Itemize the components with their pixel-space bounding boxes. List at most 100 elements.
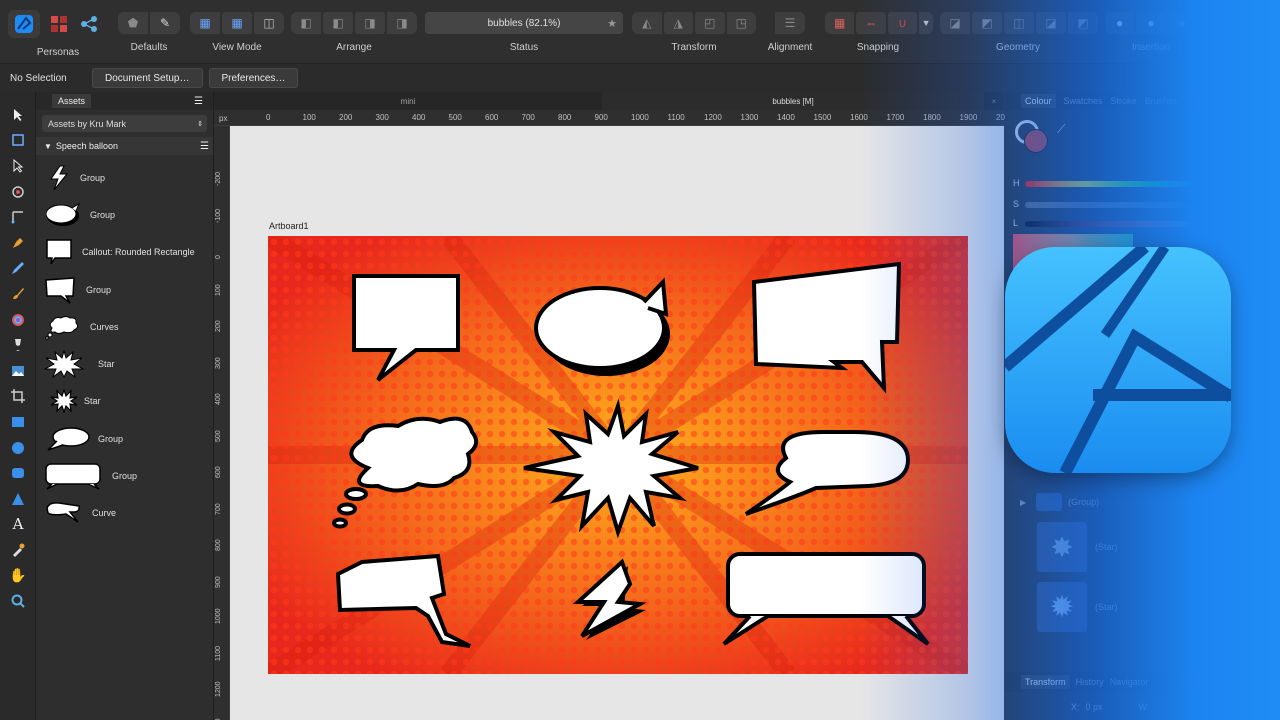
insert-inside-icon[interactable]: ● xyxy=(1167,12,1197,34)
category-menu-icon[interactable]: ☰ xyxy=(200,141,209,152)
pen-tool-icon[interactable] xyxy=(0,230,36,256)
tab-colour[interactable]: Colour xyxy=(1021,94,1056,108)
retina-view-icon[interactable]: ▦ xyxy=(222,12,252,34)
doc-tab-bubbles[interactable]: bubbles [M] xyxy=(602,92,984,110)
canvas[interactable]: Artboard1 xyxy=(230,126,1004,720)
forward-one-icon[interactable]: ◨ xyxy=(355,12,385,34)
category-header[interactable]: ▼ Speech balloon ☰ xyxy=(36,137,213,155)
layer-row[interactable]: ✹ (Star) xyxy=(1005,577,1280,637)
asset-item[interactable]: Star xyxy=(36,345,213,382)
star-icon[interactable]: ★ xyxy=(607,17,617,30)
fill-swatch[interactable] xyxy=(1024,129,1048,153)
disclosure-triangle-icon[interactable]: ▼ xyxy=(44,142,52,151)
assets-source-select[interactable]: Assets by Kru Mark ⇕ xyxy=(42,115,207,132)
insert-behind-icon[interactable]: ● xyxy=(1105,12,1135,34)
pixel-persona-icon[interactable] xyxy=(48,13,70,35)
asset-item[interactable]: Curves xyxy=(36,308,213,345)
document-setup-button[interactable]: Document Setup… xyxy=(92,68,203,88)
crop-tool-icon[interactable] xyxy=(0,384,36,410)
tab-transform[interactable]: Transform xyxy=(1021,675,1070,689)
rounded-rectangle-tool-icon[interactable] xyxy=(0,460,36,486)
status-box[interactable]: bubbles (82.1%) ★ xyxy=(425,12,623,34)
default-fill-icon[interactable]: ⬟ xyxy=(118,12,148,34)
magnet-icon[interactable]: ∪ xyxy=(887,12,918,34)
vertical-ruler[interactable]: -200 -100 0 100 200 300 400 500 600 700 800 900 1000… xyxy=(214,126,230,720)
back-one-icon[interactable]: ◧ xyxy=(291,12,321,34)
vector-brush-tool-icon[interactable] xyxy=(0,281,36,307)
x-field[interactable]: 0 px xyxy=(1086,702,1103,712)
eyedropper-icon[interactable]: ⟋ xyxy=(1057,122,1065,137)
send-back-icon[interactable]: ◧ xyxy=(323,12,353,34)
tab-stroke[interactable]: Stroke xyxy=(1111,96,1137,106)
asset-label: Star xyxy=(98,359,115,370)
place-image-tool-icon[interactable] xyxy=(0,358,36,384)
transparency-tool-icon[interactable] xyxy=(0,332,36,358)
export-persona-icon[interactable] xyxy=(78,13,100,35)
ruler-tick-label: 1900 xyxy=(959,113,978,122)
rectangle-tool-icon[interactable] xyxy=(0,409,36,435)
flip-vertical-icon[interactable]: ◮ xyxy=(663,12,693,34)
flip-horizontal-icon[interactable]: ◭ xyxy=(632,12,662,34)
rotate-left-icon[interactable]: ◰ xyxy=(695,12,725,34)
ruler-tick-label: 100 xyxy=(215,283,222,296)
subtract-geometry-icon[interactable]: ◩ xyxy=(972,12,1002,34)
fill-stroke-icon[interactable] xyxy=(1015,120,1049,154)
triangle-tool-icon[interactable] xyxy=(0,486,36,512)
snapping-grid-icon[interactable]: ▦ xyxy=(825,12,855,34)
asset-item[interactable]: Curve xyxy=(36,495,213,532)
snapping-toggle-icon[interactable]: ⇔ xyxy=(856,12,886,34)
main-toolbar: Personas ⬟ ✎ Defaults ▦ ▦ ◫ View Mode ◧ … xyxy=(0,0,1280,64)
insert-top-icon[interactable]: ● xyxy=(1136,12,1166,34)
ellipse-tool-icon[interactable] xyxy=(0,435,36,461)
asset-item[interactable]: Callout: Rounded Rectangle xyxy=(36,234,213,271)
asset-item[interactable]: Group xyxy=(36,196,213,233)
saturation-slider[interactable] xyxy=(1025,202,1275,208)
layer-thumbnail-icon xyxy=(1036,493,1063,511)
align-icon[interactable]: ☰ xyxy=(775,12,805,34)
artboard[interactable] xyxy=(268,236,968,674)
fill-tool-icon[interactable] xyxy=(0,307,36,333)
view-tool-icon[interactable]: ✋ xyxy=(0,563,36,589)
artboard-tool-icon[interactable] xyxy=(0,128,36,154)
asset-item[interactable]: Star xyxy=(36,383,213,420)
tab-brushes[interactable]: Brushes xyxy=(1145,96,1178,106)
lightness-slider[interactable] xyxy=(1025,221,1275,227)
assets-tab[interactable]: Assets xyxy=(52,94,92,108)
asset-item[interactable]: Group xyxy=(36,159,213,196)
move-tool-icon[interactable] xyxy=(0,102,36,128)
expand-arrow-icon[interactable]: ▶ xyxy=(1020,498,1026,507)
pencil-tool-icon[interactable] xyxy=(0,256,36,282)
intersect-geometry-icon[interactable]: ◫ xyxy=(1004,12,1034,34)
snapping-dropdown-icon[interactable]: ▼ xyxy=(919,12,933,34)
preferences-button[interactable]: Preferences… xyxy=(208,68,299,88)
tab-swatches[interactable]: Swatches xyxy=(1064,96,1103,106)
panel-menu-icon[interactable]: ☰ xyxy=(188,94,209,109)
pixel-view-icon[interactable]: ▦ xyxy=(190,12,220,34)
hue-slider[interactable] xyxy=(1025,181,1275,187)
add-geometry-icon[interactable]: ◪ xyxy=(940,12,970,34)
divide-geometry-icon[interactable]: ◩ xyxy=(1068,12,1098,34)
corner-tool-icon[interactable] xyxy=(0,204,36,230)
default-style-icon[interactable]: ✎ xyxy=(150,12,180,34)
tab-navigator[interactable]: Navigator xyxy=(1110,677,1149,687)
horizontal-ruler[interactable]: px 0 100 200 300 400 500 600 700 800 900 1000 1100 1… xyxy=(214,110,1014,126)
tab-history[interactable]: History xyxy=(1076,677,1104,687)
ruler-tick-label: 1500 xyxy=(813,113,832,122)
designer-persona-icon[interactable] xyxy=(8,10,40,38)
artistic-text-tool-icon[interactable]: A xyxy=(0,512,36,538)
asset-item[interactable]: Group xyxy=(36,457,213,494)
point-transform-tool-icon[interactable] xyxy=(0,179,36,205)
close-tab-icon[interactable]: × xyxy=(984,92,1004,110)
asset-item[interactable]: Group xyxy=(36,420,213,457)
outline-view-icon[interactable]: ◫ xyxy=(254,12,284,34)
rotate-right-icon[interactable]: ◳ xyxy=(726,12,756,34)
zoom-tool-icon[interactable] xyxy=(0,588,36,614)
layer-row[interactable]: ▶ (Group) xyxy=(1005,487,1280,517)
node-tool-icon[interactable] xyxy=(0,153,36,179)
color-picker-tool-icon[interactable] xyxy=(0,537,36,563)
asset-item[interactable]: Group xyxy=(36,271,213,308)
doc-tab-mini[interactable]: mini xyxy=(214,92,602,110)
xor-geometry-icon[interactable]: ◪ xyxy=(1036,12,1066,34)
bring-front-icon[interactable]: ◨ xyxy=(387,12,417,34)
layer-row[interactable]: ✸ (Star) xyxy=(1005,517,1280,577)
